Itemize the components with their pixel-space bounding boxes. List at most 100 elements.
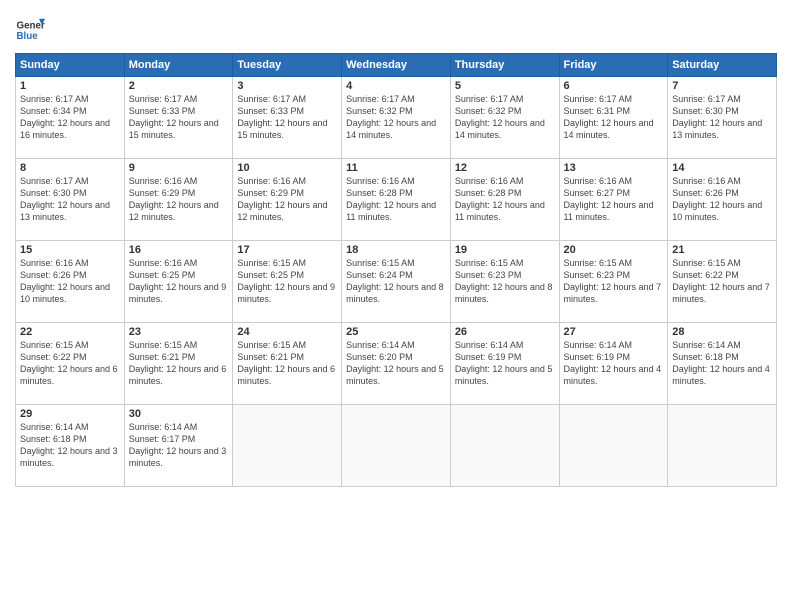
day-info: Sunrise: 6:17 AMSunset: 6:32 PMDaylight:…	[455, 94, 545, 140]
calendar-week-row: 29 Sunrise: 6:14 AMSunset: 6:18 PMDaylig…	[16, 405, 777, 487]
calendar-cell: 12 Sunrise: 6:16 AMSunset: 6:28 PMDaylig…	[450, 159, 559, 241]
calendar-cell: 22 Sunrise: 6:15 AMSunset: 6:22 PMDaylig…	[16, 323, 125, 405]
calendar-week-row: 15 Sunrise: 6:16 AMSunset: 6:26 PMDaylig…	[16, 241, 777, 323]
day-number: 30	[129, 408, 229, 420]
day-number: 27	[564, 326, 664, 338]
day-number: 5	[455, 80, 555, 92]
day-number: 8	[20, 162, 120, 174]
calendar-week-row: 1 Sunrise: 6:17 AMSunset: 6:34 PMDayligh…	[16, 77, 777, 159]
logo-icon: General Blue	[15, 15, 45, 45]
calendar-cell: 16 Sunrise: 6:16 AMSunset: 6:25 PMDaylig…	[124, 241, 233, 323]
day-info: Sunrise: 6:16 AMSunset: 6:28 PMDaylight:…	[346, 176, 436, 222]
calendar-header-tuesday: Tuesday	[233, 54, 342, 77]
day-info: Sunrise: 6:14 AMSunset: 6:18 PMDaylight:…	[20, 422, 118, 468]
day-number: 7	[672, 80, 772, 92]
calendar-header-sunday: Sunday	[16, 54, 125, 77]
day-number: 18	[346, 244, 446, 256]
day-number: 4	[346, 80, 446, 92]
day-info: Sunrise: 6:17 AMSunset: 6:33 PMDaylight:…	[237, 94, 327, 140]
day-info: Sunrise: 6:16 AMSunset: 6:29 PMDaylight:…	[237, 176, 327, 222]
day-info: Sunrise: 6:17 AMSunset: 6:30 PMDaylight:…	[20, 176, 110, 222]
calendar-cell	[668, 405, 777, 487]
day-info: Sunrise: 6:15 AMSunset: 6:23 PMDaylight:…	[455, 258, 553, 304]
calendar-cell: 19 Sunrise: 6:15 AMSunset: 6:23 PMDaylig…	[450, 241, 559, 323]
day-info: Sunrise: 6:16 AMSunset: 6:29 PMDaylight:…	[129, 176, 219, 222]
calendar-cell: 11 Sunrise: 6:16 AMSunset: 6:28 PMDaylig…	[342, 159, 451, 241]
day-info: Sunrise: 6:16 AMSunset: 6:25 PMDaylight:…	[129, 258, 227, 304]
calendar-cell: 23 Sunrise: 6:15 AMSunset: 6:21 PMDaylig…	[124, 323, 233, 405]
day-number: 1	[20, 80, 120, 92]
calendar-cell: 10 Sunrise: 6:16 AMSunset: 6:29 PMDaylig…	[233, 159, 342, 241]
day-info: Sunrise: 6:14 AMSunset: 6:20 PMDaylight:…	[346, 340, 444, 386]
day-info: Sunrise: 6:17 AMSunset: 6:30 PMDaylight:…	[672, 94, 762, 140]
page-header: General Blue	[15, 15, 777, 45]
day-number: 3	[237, 80, 337, 92]
calendar-cell	[450, 405, 559, 487]
calendar-cell: 17 Sunrise: 6:15 AMSunset: 6:25 PMDaylig…	[233, 241, 342, 323]
calendar-cell: 13 Sunrise: 6:16 AMSunset: 6:27 PMDaylig…	[559, 159, 668, 241]
day-info: Sunrise: 6:15 AMSunset: 6:22 PMDaylight:…	[20, 340, 118, 386]
day-info: Sunrise: 6:16 AMSunset: 6:27 PMDaylight:…	[564, 176, 654, 222]
calendar-cell: 2 Sunrise: 6:17 AMSunset: 6:33 PMDayligh…	[124, 77, 233, 159]
calendar-cell: 29 Sunrise: 6:14 AMSunset: 6:18 PMDaylig…	[16, 405, 125, 487]
calendar-cell: 4 Sunrise: 6:17 AMSunset: 6:32 PMDayligh…	[342, 77, 451, 159]
calendar-header-friday: Friday	[559, 54, 668, 77]
calendar-cell: 6 Sunrise: 6:17 AMSunset: 6:31 PMDayligh…	[559, 77, 668, 159]
day-number: 2	[129, 80, 229, 92]
day-info: Sunrise: 6:16 AMSunset: 6:28 PMDaylight:…	[455, 176, 545, 222]
calendar-header-monday: Monday	[124, 54, 233, 77]
day-number: 29	[20, 408, 120, 420]
calendar-cell: 28 Sunrise: 6:14 AMSunset: 6:18 PMDaylig…	[668, 323, 777, 405]
day-info: Sunrise: 6:14 AMSunset: 6:19 PMDaylight:…	[455, 340, 553, 386]
calendar-header-saturday: Saturday	[668, 54, 777, 77]
calendar-header-wednesday: Wednesday	[342, 54, 451, 77]
day-info: Sunrise: 6:15 AMSunset: 6:24 PMDaylight:…	[346, 258, 444, 304]
svg-text:Blue: Blue	[17, 31, 39, 42]
calendar-cell	[559, 405, 668, 487]
day-info: Sunrise: 6:15 AMSunset: 6:25 PMDaylight:…	[237, 258, 335, 304]
day-number: 26	[455, 326, 555, 338]
day-number: 9	[129, 162, 229, 174]
calendar-week-row: 8 Sunrise: 6:17 AMSunset: 6:30 PMDayligh…	[16, 159, 777, 241]
day-info: Sunrise: 6:14 AMSunset: 6:19 PMDaylight:…	[564, 340, 662, 386]
day-info: Sunrise: 6:17 AMSunset: 6:33 PMDaylight:…	[129, 94, 219, 140]
calendar-cell: 30 Sunrise: 6:14 AMSunset: 6:17 PMDaylig…	[124, 405, 233, 487]
calendar-cell: 26 Sunrise: 6:14 AMSunset: 6:19 PMDaylig…	[450, 323, 559, 405]
day-number: 24	[237, 326, 337, 338]
calendar-cell: 24 Sunrise: 6:15 AMSunset: 6:21 PMDaylig…	[233, 323, 342, 405]
calendar-cell: 25 Sunrise: 6:14 AMSunset: 6:20 PMDaylig…	[342, 323, 451, 405]
calendar-cell: 18 Sunrise: 6:15 AMSunset: 6:24 PMDaylig…	[342, 241, 451, 323]
calendar-cell: 7 Sunrise: 6:17 AMSunset: 6:30 PMDayligh…	[668, 77, 777, 159]
day-number: 21	[672, 244, 772, 256]
day-number: 12	[455, 162, 555, 174]
day-number: 13	[564, 162, 664, 174]
calendar-cell: 15 Sunrise: 6:16 AMSunset: 6:26 PMDaylig…	[16, 241, 125, 323]
day-info: Sunrise: 6:15 AMSunset: 6:22 PMDaylight:…	[672, 258, 770, 304]
calendar-cell: 8 Sunrise: 6:17 AMSunset: 6:30 PMDayligh…	[16, 159, 125, 241]
day-number: 20	[564, 244, 664, 256]
day-info: Sunrise: 6:15 AMSunset: 6:23 PMDaylight:…	[564, 258, 662, 304]
day-info: Sunrise: 6:17 AMSunset: 6:31 PMDaylight:…	[564, 94, 654, 140]
day-info: Sunrise: 6:14 AMSunset: 6:18 PMDaylight:…	[672, 340, 770, 386]
day-number: 10	[237, 162, 337, 174]
day-number: 22	[20, 326, 120, 338]
day-number: 17	[237, 244, 337, 256]
day-info: Sunrise: 6:17 AMSunset: 6:34 PMDaylight:…	[20, 94, 110, 140]
day-number: 25	[346, 326, 446, 338]
logo: General Blue	[15, 15, 45, 45]
day-number: 14	[672, 162, 772, 174]
calendar-cell: 5 Sunrise: 6:17 AMSunset: 6:32 PMDayligh…	[450, 77, 559, 159]
calendar-cell: 20 Sunrise: 6:15 AMSunset: 6:23 PMDaylig…	[559, 241, 668, 323]
calendar-cell: 1 Sunrise: 6:17 AMSunset: 6:34 PMDayligh…	[16, 77, 125, 159]
calendar-cell: 9 Sunrise: 6:16 AMSunset: 6:29 PMDayligh…	[124, 159, 233, 241]
day-number: 15	[20, 244, 120, 256]
day-info: Sunrise: 6:17 AMSunset: 6:32 PMDaylight:…	[346, 94, 436, 140]
day-number: 6	[564, 80, 664, 92]
calendar-header-thursday: Thursday	[450, 54, 559, 77]
calendar-cell: 14 Sunrise: 6:16 AMSunset: 6:26 PMDaylig…	[668, 159, 777, 241]
day-info: Sunrise: 6:16 AMSunset: 6:26 PMDaylight:…	[20, 258, 110, 304]
day-info: Sunrise: 6:15 AMSunset: 6:21 PMDaylight:…	[129, 340, 227, 386]
day-number: 19	[455, 244, 555, 256]
calendar-table: SundayMondayTuesdayWednesdayThursdayFrid…	[15, 53, 777, 487]
day-number: 23	[129, 326, 229, 338]
